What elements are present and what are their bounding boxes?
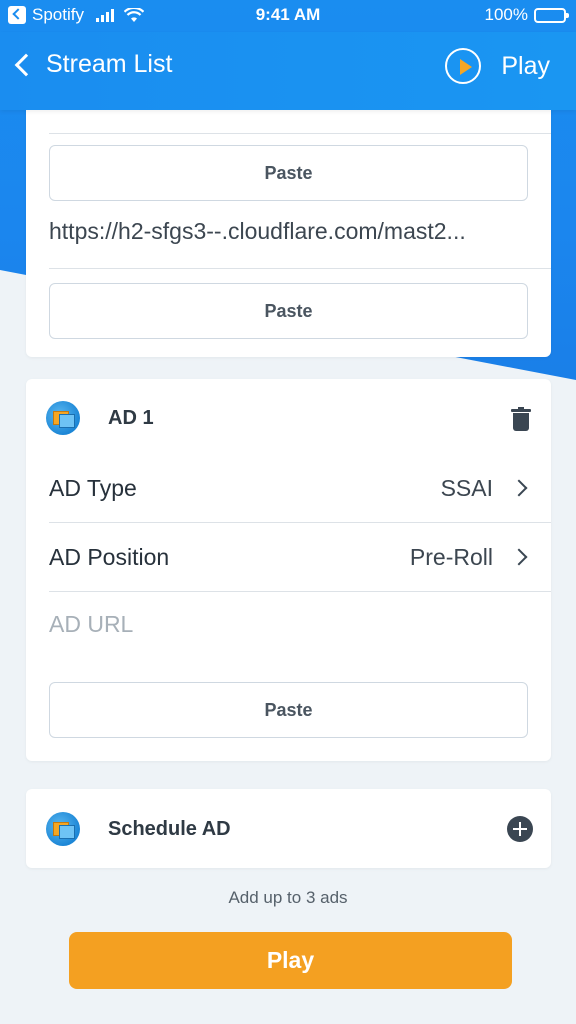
paste-button[interactable]: Paste <box>49 283 528 339</box>
status-bar: Spotify 9:41 AM 100% <box>0 0 576 32</box>
ad-type-value: SSAI <box>440 474 493 501</box>
chevron-right-icon <box>510 479 528 497</box>
play-button[interactable]: Play <box>69 932 512 989</box>
stream-url-field[interactable]: https://h2-sfgs3--.cloudflare.com/mast2.… <box>49 218 466 245</box>
status-right: 100% <box>484 5 569 25</box>
ad-position-value: Pre-Roll <box>409 543 493 570</box>
paste-button[interactable]: Paste <box>49 682 528 738</box>
schedule-header: Schedule AD <box>46 812 231 846</box>
battery-icon <box>534 7 569 23</box>
ad-url-input[interactable]: AD URL <box>49 611 133 638</box>
chevron-left-icon <box>14 53 38 76</box>
ad-type-row[interactable]: AD Type SSAI <box>49 454 551 522</box>
schedule-ad-label: Schedule AD <box>108 817 231 840</box>
ad-limit-hint: Add up to 3 ads <box>228 888 348 907</box>
chevron-right-icon <box>510 548 528 566</box>
ad-card: AD 1 AD Type SSAI AD Position Pre-Roll A… <box>26 379 551 761</box>
back-button[interactable]: Stream List <box>12 50 172 79</box>
ad-position-label: AD Position <box>49 543 170 570</box>
stream-url-card: Paste https://h2-sfgs3--.cloudflare.com/… <box>26 90 551 357</box>
ad-logo-icon <box>46 812 80 846</box>
ad-header: AD 1 <box>46 401 154 435</box>
schedule-ad-card[interactable]: Schedule AD <box>26 789 551 868</box>
add-icon[interactable] <box>507 816 533 842</box>
ad-logo-icon <box>46 401 80 435</box>
nav-play-label: Play <box>501 51 550 80</box>
paste-button[interactable]: Paste <box>49 145 528 201</box>
back-label: Stream List <box>46 50 173 78</box>
divider <box>49 133 551 134</box>
play-circle-icon <box>445 48 482 84</box>
divider <box>49 268 551 269</box>
trash-icon[interactable] <box>511 407 531 431</box>
navigation-bar: Stream List Play <box>0 32 576 110</box>
ad-title: AD 1 <box>108 406 154 429</box>
divider <box>49 591 551 592</box>
ad-type-label: AD Type <box>49 474 137 501</box>
battery-percent: 100% <box>484 5 528 24</box>
nav-play-button[interactable]: Play <box>445 48 550 84</box>
ad-position-row[interactable]: AD Position Pre-Roll <box>49 523 551 591</box>
